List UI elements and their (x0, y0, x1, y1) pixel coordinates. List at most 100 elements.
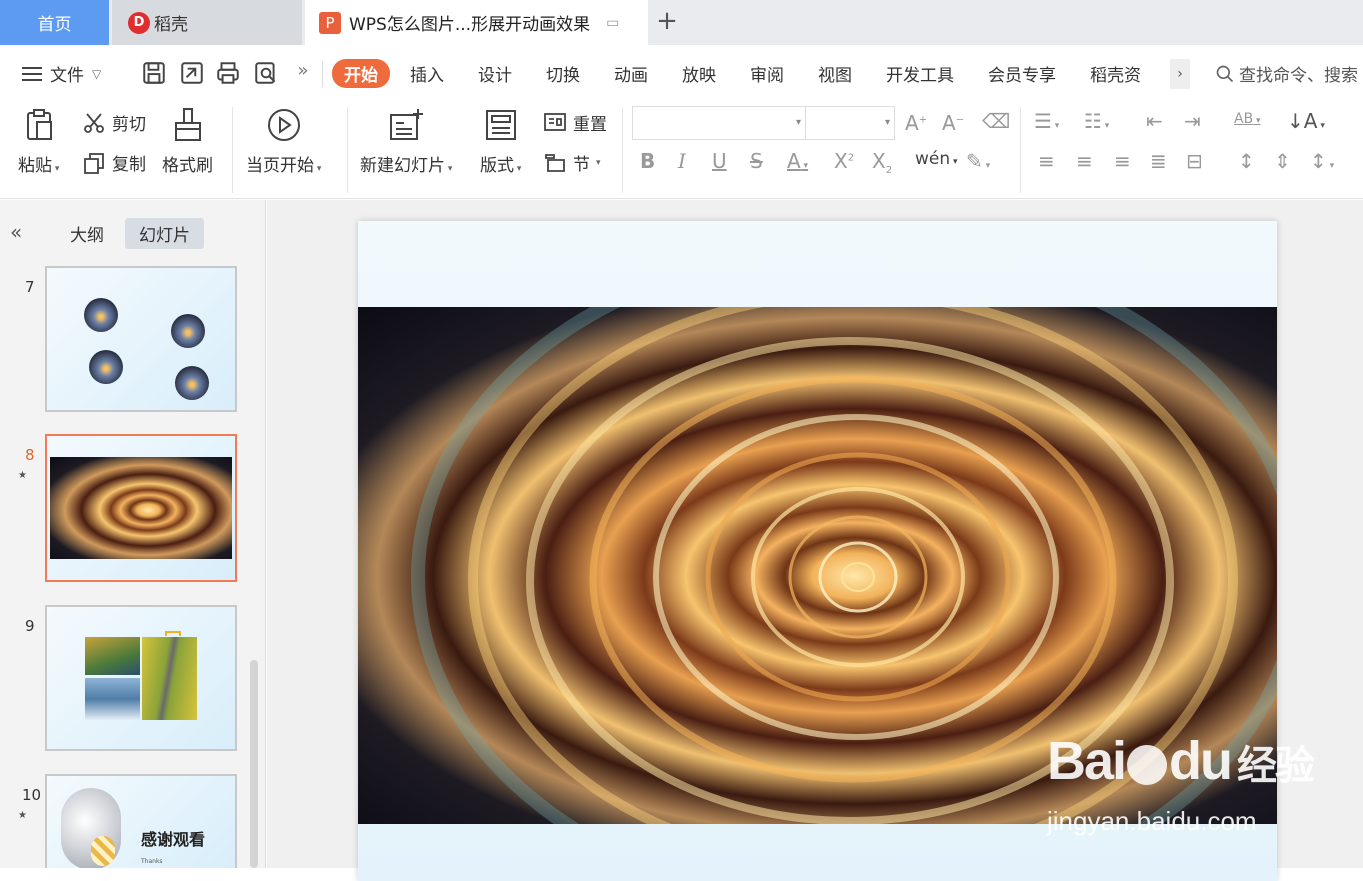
copy-icon (84, 152, 104, 174)
strikethrough-icon[interactable]: S (750, 149, 763, 173)
tab-daoke[interactable]: D 稻壳 (112, 0, 302, 45)
tab-slideshow[interactable]: 放映 (682, 59, 716, 88)
slide-thumbnail-10[interactable]: 感谢观看 Thanks (45, 774, 237, 868)
tab-daoke-resources[interactable]: 稻壳资 (1090, 59, 1141, 88)
underline-icon[interactable]: U (712, 149, 727, 173)
superscript-icon[interactable]: X2 (834, 149, 854, 173)
increase-font-icon[interactable]: A+ (905, 111, 927, 135)
copy-button[interactable]: 复制 (82, 150, 146, 175)
tab-transition[interactable]: 切换 (546, 59, 580, 88)
play-from-current-button[interactable]: 当页开始 ▾ (246, 107, 321, 176)
new-slide-button[interactable]: 新建幻灯片 ▾ (360, 107, 452, 176)
tab-developer[interactable]: 开发工具 (886, 59, 954, 88)
cut-button[interactable]: 剪切 (82, 110, 146, 135)
animation-star-icon: ★ (18, 810, 27, 821)
distribute-icon[interactable]: ⊟ (1186, 149, 1203, 173)
align-center-icon[interactable]: ≡ (1076, 149, 1093, 173)
text-direction-icon[interactable]: AB ▾ (1234, 111, 1261, 127)
more-chevron-icon[interactable]: » (290, 60, 316, 86)
section-button[interactable]: 节 ▾ (543, 150, 601, 175)
editing-canvas: Bai du 经验 jingyan.baidu.com (267, 200, 1363, 881)
align-left-icon[interactable]: ≡ (1038, 149, 1055, 173)
collapse-panel-icon[interactable]: « (10, 220, 22, 244)
tab-design[interactable]: 设计 (478, 59, 512, 88)
align-right-icon[interactable]: ≡ (1114, 149, 1131, 173)
panel-scrollbar[interactable] (250, 660, 258, 868)
paste-label: 粘贴 (18, 156, 52, 176)
print-icon[interactable] (215, 60, 241, 86)
font-size-select[interactable]: ▾ (805, 106, 895, 140)
hamburger-icon (22, 63, 42, 85)
save-icon[interactable] (141, 60, 167, 86)
export-icon[interactable] (179, 60, 205, 86)
slide-panel: « 大纲 幻灯片 7 8 ★ 9 10 ★ 感谢观看 Thanks (0, 200, 266, 868)
font-family-select[interactable]: ▾ (632, 106, 806, 140)
slide-thumbnail-7[interactable] (45, 266, 237, 412)
command-search[interactable]: 查找命令、搜索 (1215, 61, 1358, 86)
decrease-font-icon[interactable]: A− (942, 111, 964, 135)
decrease-indent-icon[interactable]: ⇤ (1146, 109, 1163, 133)
paste-button[interactable]: 粘贴 ▾ (18, 107, 59, 176)
crystal-ball-image (175, 366, 209, 400)
eraser-icon[interactable]: ⌫ (982, 109, 1010, 133)
gold-balloon-image (91, 836, 115, 866)
bullet-list-icon[interactable]: ☰ ▾ (1034, 109, 1059, 133)
numbered-list-icon[interactable]: ☷ ▾ (1084, 109, 1109, 133)
increase-indent-icon[interactable]: ⇥ (1184, 109, 1201, 133)
tab-outline[interactable]: 大纲 (56, 218, 118, 249)
format-painter-button[interactable]: 格式刷 (162, 107, 213, 176)
tab-daoke-label: 稻壳 (154, 15, 188, 35)
baidu-logo: Bai du 经验 (1047, 730, 1315, 792)
subscript-icon[interactable]: X2 (872, 149, 892, 176)
paragraph-spacing-icon[interactable]: ⇕ (1274, 149, 1291, 173)
presentation-file-icon: P (319, 11, 341, 34)
tab-document-label: WPS怎么图片...形展开动画效果 (349, 15, 591, 35)
monitor-icon[interactable]: ▭ (606, 15, 619, 31)
section-label: 节 (573, 155, 590, 175)
file-menu-label: 文件 (50, 66, 84, 86)
tab-review[interactable]: 审阅 (750, 59, 784, 88)
chevron-right-icon[interactable]: › (1170, 59, 1190, 89)
format-painter-label: 格式刷 (162, 156, 213, 176)
line-spacing-icon[interactable]: ↕ (1238, 149, 1255, 173)
tab-start[interactable]: 开始 (332, 59, 390, 88)
daoke-logo-icon: D (128, 11, 150, 34)
sort-icon[interactable]: ↓A ▾ (1287, 109, 1325, 133)
file-menu[interactable]: 文件 ▽ (22, 61, 101, 86)
new-tab-button[interactable]: + (654, 8, 680, 34)
tab-bar: 首页 D 稻壳 P WPS怎么图片...形展开动画效果 ▭ + (0, 0, 1363, 45)
tab-member[interactable]: 会员专享 (988, 59, 1056, 88)
crystal-ball-image (89, 350, 123, 384)
tab-slides[interactable]: 幻灯片 (125, 218, 204, 249)
slide-thumbnail-8[interactable] (45, 434, 237, 582)
jingyan-label: 经验 (1237, 744, 1315, 788)
bold-icon[interactable]: B (640, 149, 655, 173)
command-search-label: 查找命令、搜索 (1239, 66, 1358, 86)
thanks-title: 感谢观看 (141, 830, 206, 849)
tab-animation[interactable]: 动画 (614, 59, 648, 88)
reset-button[interactable]: 重置 (543, 110, 607, 135)
layout-button[interactable]: 版式 ▾ (480, 107, 521, 176)
tab-insert[interactable]: 插入 (410, 59, 444, 88)
tab-home-label: 首页 (37, 15, 72, 35)
paintbrush-icon (174, 108, 201, 141)
baidu-logo-text-2: du (1169, 731, 1233, 791)
italic-icon[interactable]: I (678, 149, 686, 173)
divider (232, 107, 233, 193)
road-image (142, 637, 197, 720)
slide-thumbnail-9[interactable] (45, 605, 237, 751)
font-color-icon[interactable]: A ▾ (787, 149, 808, 173)
reset-label: 重置 (573, 115, 607, 135)
pinyin-icon[interactable]: wén ▾ (915, 149, 958, 169)
tab-document[interactable]: P WPS怎么图片...形展开动画效果 ▭ (305, 0, 648, 45)
baidu-logo-text: Bai (1047, 731, 1127, 791)
tab-view[interactable]: 视图 (818, 59, 852, 88)
spacing-options-icon[interactable]: ↕ ▾ (1310, 149, 1334, 173)
print-preview-icon[interactable] (253, 60, 279, 86)
highlight-icon[interactable]: ✎ ▾ (966, 149, 990, 173)
justify-icon[interactable]: ≣ (1150, 149, 1167, 173)
section-icon (545, 153, 565, 172)
tab-home[interactable]: 首页 (0, 0, 109, 45)
landscape-image (85, 678, 140, 720)
play-icon (267, 109, 300, 141)
